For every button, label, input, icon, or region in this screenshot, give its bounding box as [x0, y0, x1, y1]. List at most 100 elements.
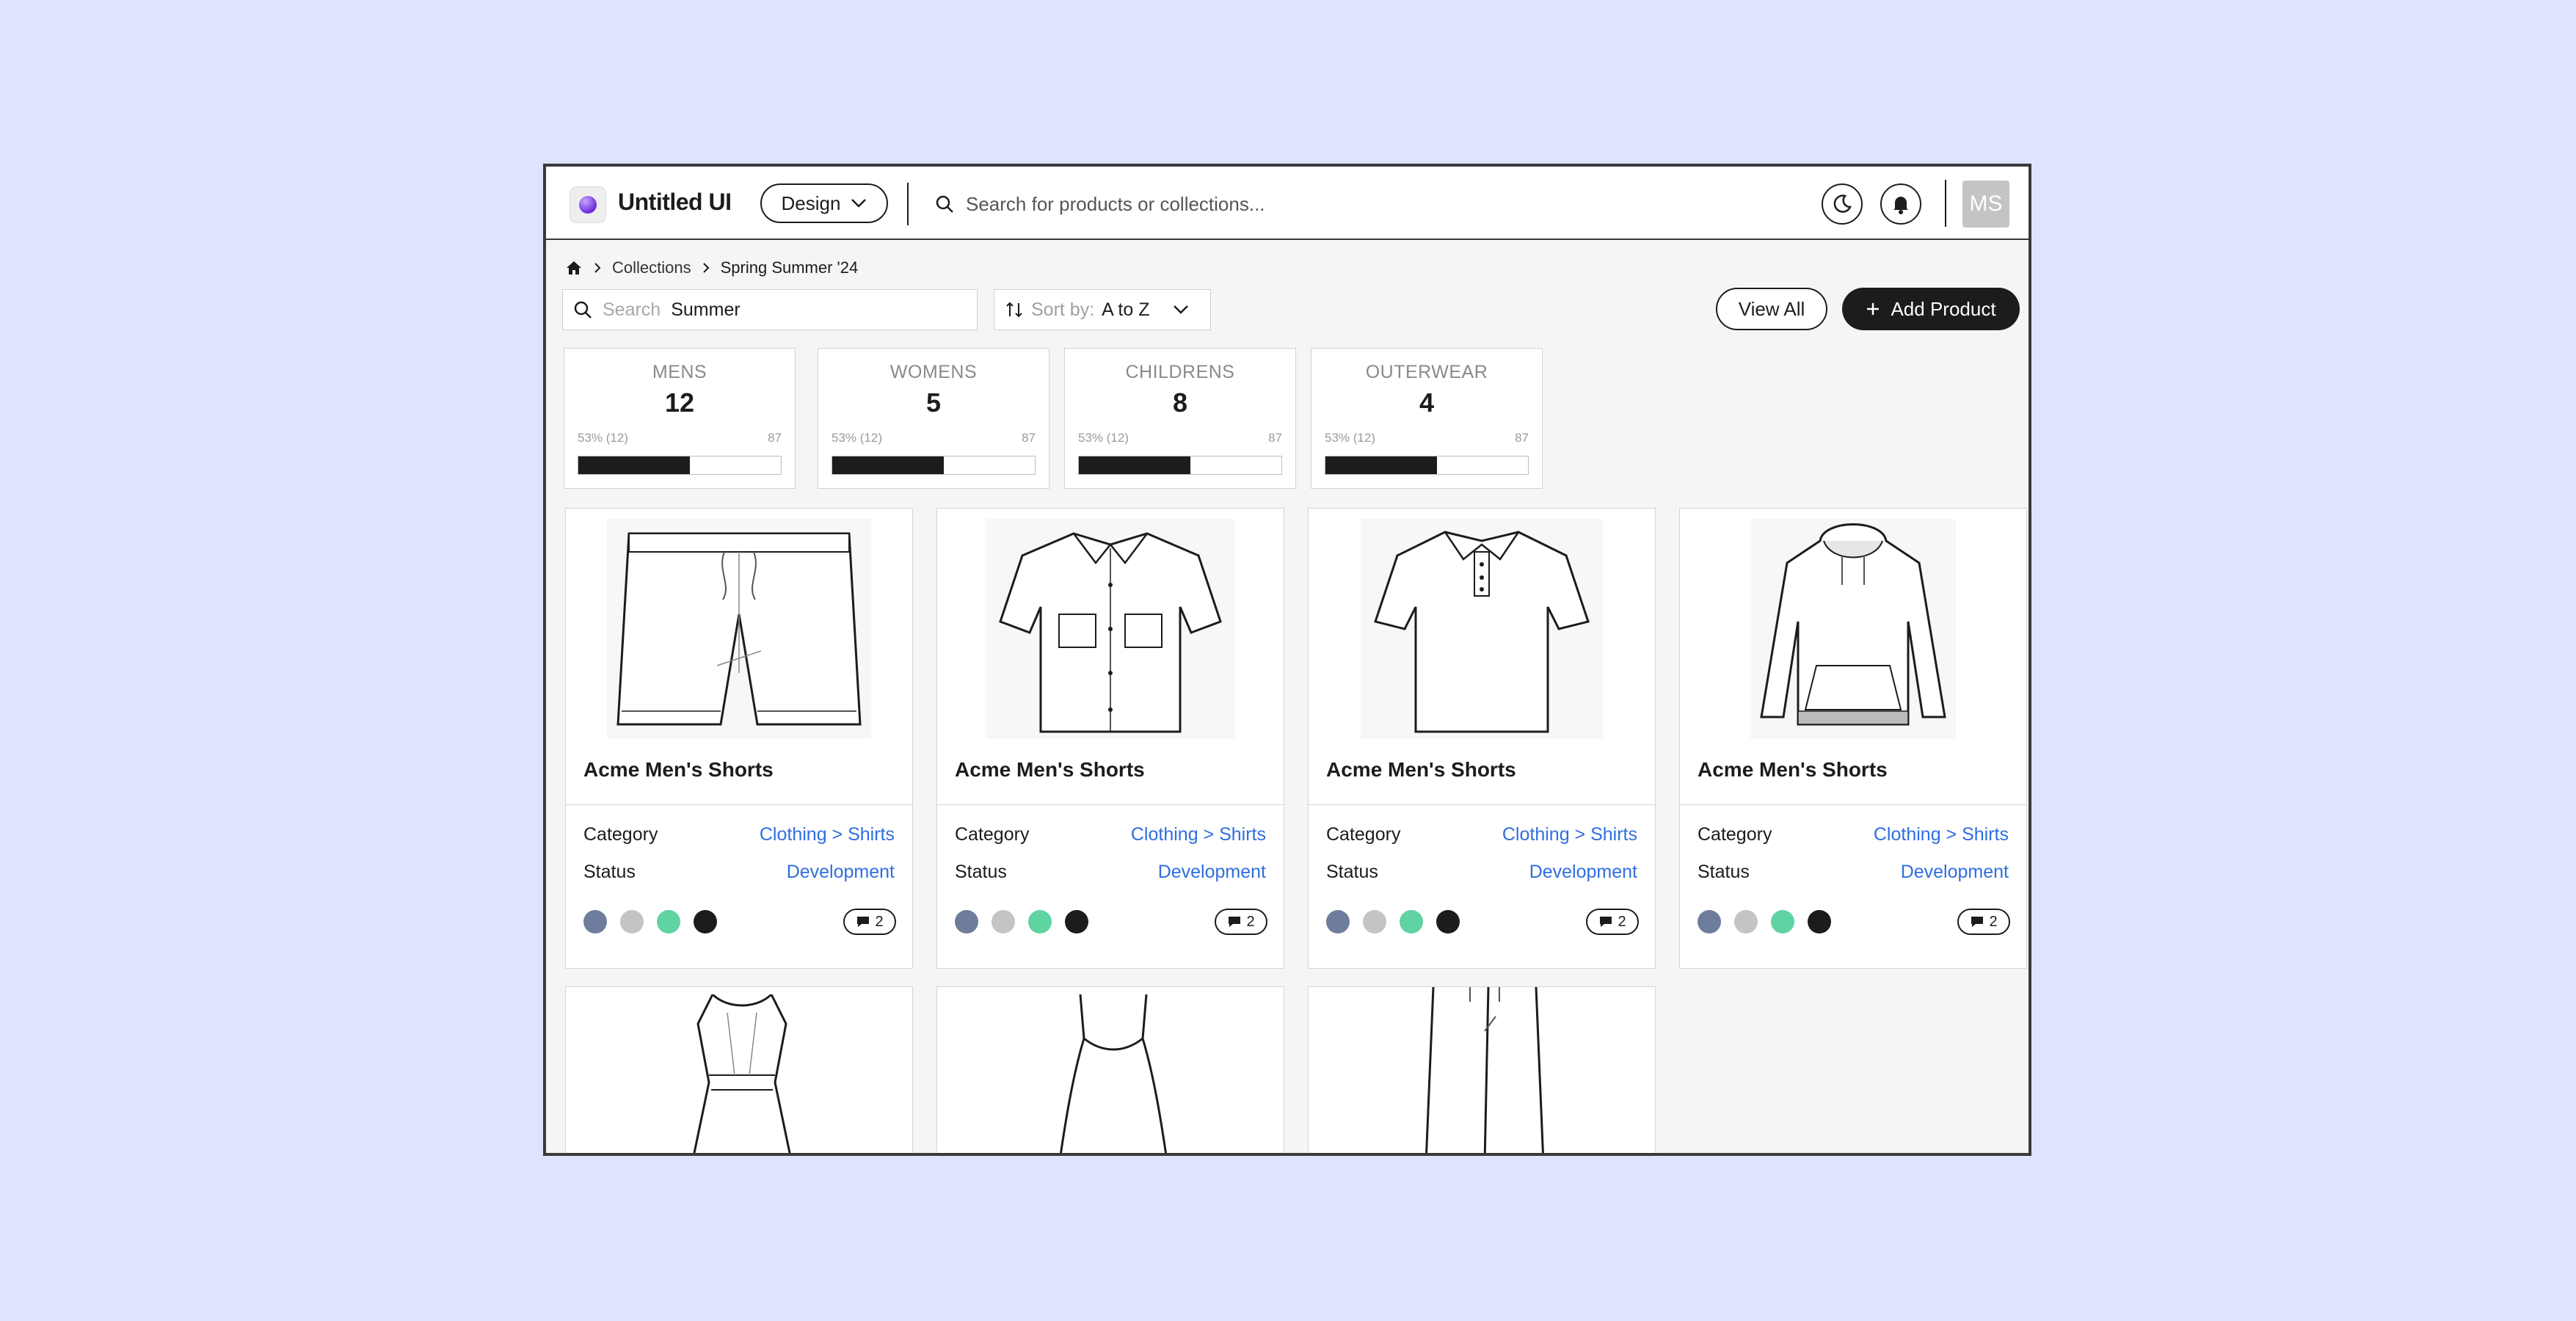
color-swatch[interactable]	[694, 910, 717, 934]
color-swatch[interactable]	[1400, 910, 1423, 934]
category-link[interactable]: Clothing > Shirts	[1874, 824, 2009, 845]
color-swatch[interactable]	[583, 910, 607, 934]
comments-count: 2	[1989, 913, 1998, 930]
product-name[interactable]: Acme Men's Shorts	[1326, 758, 1516, 782]
workspace-dropdown[interactable]: Design	[760, 183, 888, 223]
stat-progress-fill	[1079, 456, 1190, 474]
product-status-row: Status Development	[955, 862, 1266, 883]
chevron-down-icon	[851, 199, 867, 208]
stat-meta: 53% (12) 87	[832, 431, 1036, 445]
stat-count: 4	[1419, 387, 1435, 418]
product-card[interactable]: Acme Men's Shorts Category Clothing > Shi…	[1308, 508, 1656, 969]
color-swatch[interactable]	[1734, 910, 1758, 934]
product-name[interactable]: Acme Men's Shorts	[955, 758, 1145, 782]
color-swatch[interactable]	[1363, 910, 1386, 934]
bell-icon	[1893, 197, 1908, 214]
category-link[interactable]: Clothing > Shirts	[1131, 824, 1266, 845]
color-swatches	[955, 910, 1088, 934]
comment-icon	[1971, 917, 1984, 927]
color-swatch[interactable]	[1436, 910, 1460, 934]
category-label: Category	[1698, 824, 1772, 845]
product-image-polo-shirt	[1309, 509, 1655, 743]
product-card[interactable]: Acme Men's Shorts Category Clothing > Shi…	[1679, 508, 2027, 969]
stat-count: 8	[1172, 387, 1188, 418]
color-swatch[interactable]	[657, 910, 680, 934]
breadcrumb-current: Spring Summer '24	[720, 258, 859, 277]
stat-total: 87	[1268, 431, 1282, 445]
color-swatches	[1698, 910, 1831, 934]
comment-icon	[857, 917, 870, 927]
status-link[interactable]: Development	[1529, 862, 1637, 883]
shorts-sketch	[607, 519, 871, 739]
status-label: Status	[955, 862, 1007, 882]
stat-meta: 53% (12) 87	[1325, 431, 1529, 445]
divider	[1309, 804, 1655, 805]
global-search-placeholder: Search for products or collections...	[966, 192, 1265, 215]
color-swatch[interactable]	[1326, 910, 1350, 934]
breadcrumb-collections[interactable]: Collections	[612, 258, 691, 277]
stat-total: 87	[1022, 431, 1036, 445]
product-card-trousers[interactable]	[1308, 986, 1656, 1153]
sort-label: Sort by:	[1031, 299, 1095, 320]
stat-progress-label: 53% (12)	[832, 431, 882, 445]
stat-card-childrens[interactable]: CHILDRENS 8 53% (12) 87	[1064, 348, 1296, 489]
add-product-button[interactable]: Add Product	[1842, 288, 2020, 330]
product-card[interactable]: Acme Men's Shorts Category Clothing > Shi…	[936, 508, 1284, 969]
dark-mode-toggle[interactable]	[1822, 183, 1863, 225]
color-swatch[interactable]	[1028, 910, 1052, 934]
color-swatches	[583, 910, 717, 934]
product-card[interactable]: Acme Men's Shorts Category Clothing > Shi…	[565, 508, 913, 969]
comments-badge[interactable]: 2	[1957, 909, 2010, 935]
status-link[interactable]: Development	[1901, 862, 2009, 883]
product-category-row: Category Clothing > Shirts	[955, 824, 1266, 845]
stat-meta: 53% (12) 87	[1078, 431, 1282, 445]
chevron-right-icon	[594, 263, 601, 273]
status-link[interactable]: Development	[1158, 862, 1266, 883]
plus-icon	[1867, 303, 1880, 315]
category-link[interactable]: Clothing > Shirts	[1502, 824, 1637, 845]
product-category-row: Category Clothing > Shirts	[1698, 824, 2009, 845]
product-status-row: Status Development	[1698, 862, 2009, 883]
color-swatch[interactable]	[1771, 910, 1794, 934]
color-swatch[interactable]	[1698, 910, 1721, 934]
tank-top-sketch	[1059, 994, 1168, 1153]
comments-badge[interactable]: 2	[1215, 909, 1267, 935]
product-card-dress[interactable]	[565, 986, 913, 1153]
global-search-input[interactable]: Search for products or collections...	[935, 187, 1449, 221]
stat-progress-label: 53% (12)	[1078, 431, 1129, 445]
comments-badge[interactable]: 2	[1586, 909, 1639, 935]
status-link[interactable]: Development	[787, 862, 895, 883]
breadcrumb: Collections Spring Summer '24	[565, 255, 858, 281]
search-value: Summer	[671, 299, 741, 320]
comments-badge[interactable]: 2	[843, 909, 896, 935]
notifications-button[interactable]	[1880, 183, 1921, 225]
color-swatch[interactable]	[992, 910, 1015, 934]
product-name[interactable]: Acme Men's Shorts	[1698, 758, 1888, 782]
view-all-button[interactable]: View All	[1716, 288, 1827, 330]
comment-icon	[1600, 917, 1612, 927]
home-icon[interactable]	[565, 259, 583, 277]
comments-count: 2	[1246, 913, 1255, 930]
product-name[interactable]: Acme Men's Shorts	[583, 758, 774, 782]
stat-card-outerwear[interactable]: OUTERWEAR 4 53% (12) 87	[1311, 348, 1543, 489]
stat-card-mens[interactable]: MENS 12 53% (12) 87	[564, 348, 796, 489]
product-card-tank-top[interactable]	[936, 986, 1284, 1153]
color-swatch[interactable]	[1065, 910, 1088, 934]
product-image-shorts	[566, 509, 912, 743]
app-logo[interactable]	[570, 186, 606, 223]
avatar[interactable]: MS	[1962, 181, 2009, 228]
color-swatch[interactable]	[620, 910, 644, 934]
color-swatch[interactable]	[955, 910, 978, 934]
product-status-row: Status Development	[1326, 862, 1637, 883]
stat-meta: 53% (12) 87	[578, 431, 782, 445]
product-image-hoodie	[1680, 509, 2026, 743]
app-title: Untitled UI	[618, 189, 732, 215]
category-link[interactable]: Clothing > Shirts	[760, 824, 895, 845]
stat-card-womens[interactable]: WOMENS 5 53% (12) 87	[818, 348, 1049, 489]
workspace-label: Design	[781, 192, 841, 214]
collection-search-input[interactable]: Search Summer	[562, 289, 978, 330]
divider	[1945, 180, 1946, 227]
chevron-right-icon	[702, 263, 710, 273]
color-swatch[interactable]	[1808, 910, 1831, 934]
sort-dropdown[interactable]: Sort by: A to Z	[994, 289, 1211, 330]
